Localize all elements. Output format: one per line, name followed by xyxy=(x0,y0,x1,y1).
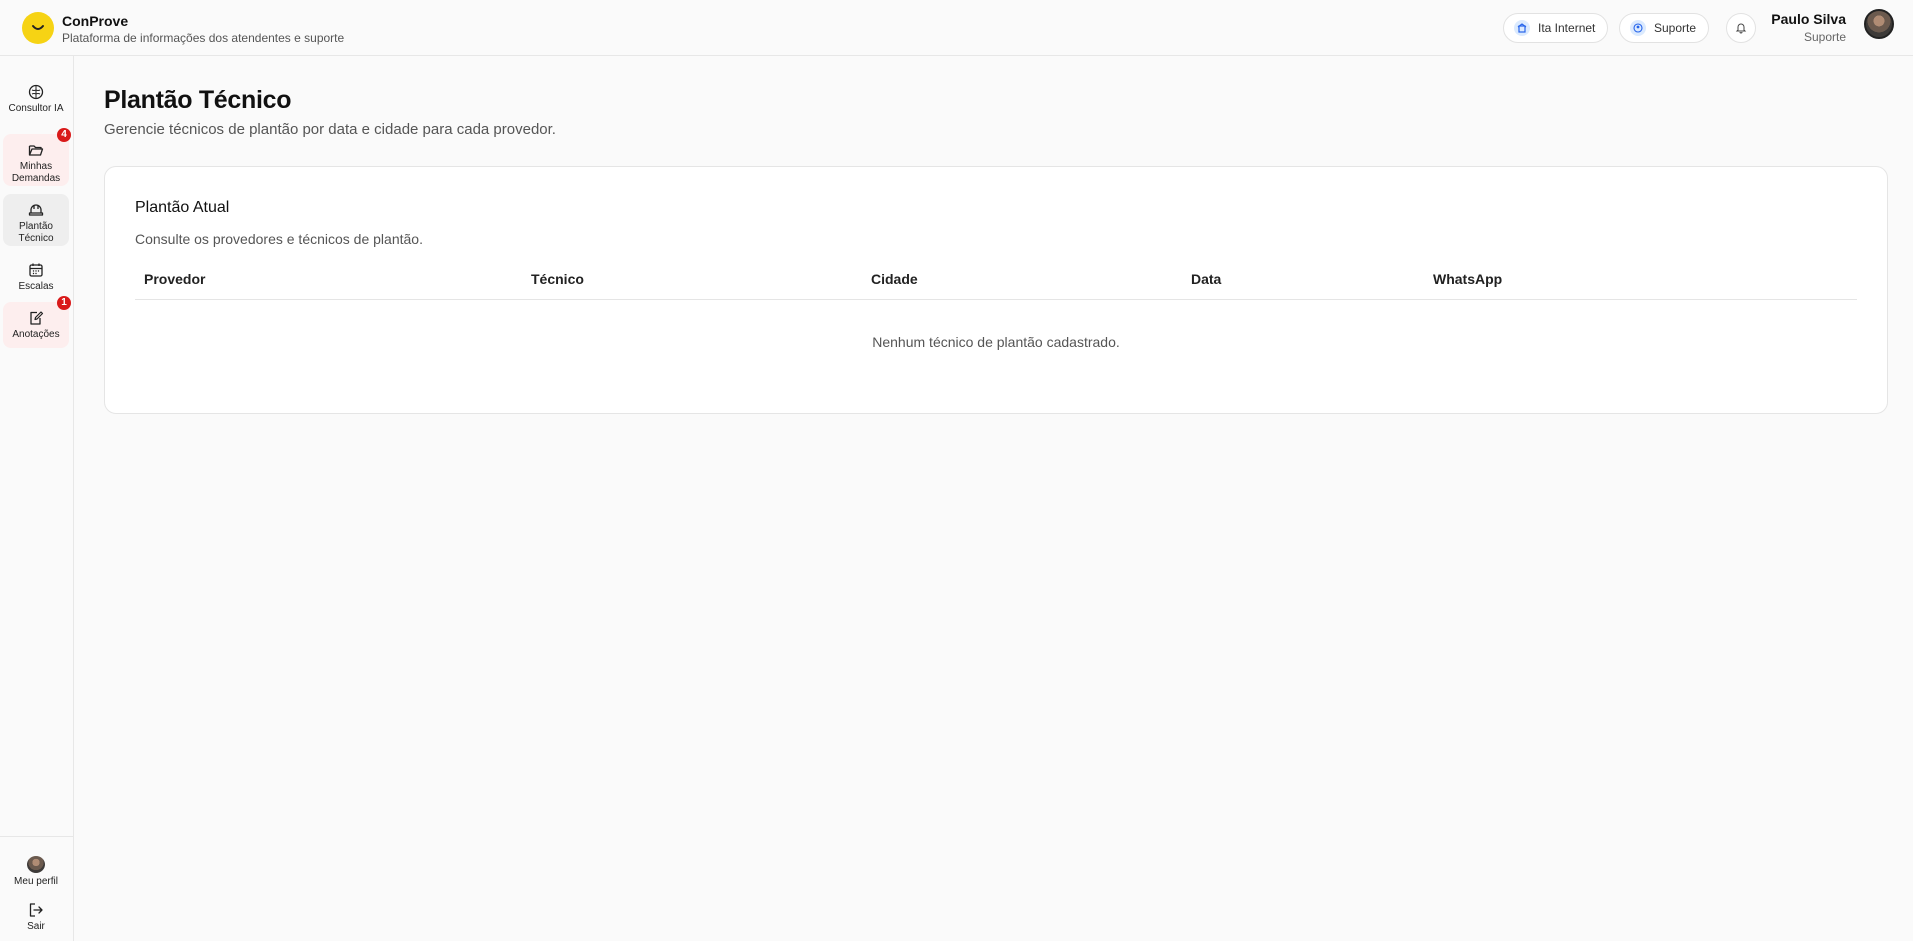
user-role: Suporte xyxy=(1803,30,1846,44)
sidebar-item-meu-perfil[interactable]: Meu perfil xyxy=(3,848,69,888)
logout-icon xyxy=(29,903,43,917)
user-circle-icon xyxy=(1630,20,1646,36)
sidebar-item-label: Meu perfil xyxy=(14,876,58,887)
provider-selector[interactable]: Ita Internet xyxy=(1503,13,1609,43)
sidebar-item-plantao-tecnico[interactable]: Plantão Técnico xyxy=(3,194,69,246)
column-header-cidade: Cidade xyxy=(871,271,918,287)
sidebar-item-label: Anotações xyxy=(12,329,60,340)
avatar xyxy=(27,856,45,873)
app-title: ConProve xyxy=(62,13,129,29)
plantao-atual-card: Plantão Atual Consulte os provedores e t… xyxy=(104,166,1888,414)
role-label: Suporte xyxy=(1654,21,1697,35)
user-avatar[interactable] xyxy=(1864,9,1894,39)
sidebar-item-label: Consultor IA xyxy=(8,103,64,114)
hard-hat-icon xyxy=(28,204,44,216)
sidebar-item-sair[interactable]: Sair xyxy=(3,894,69,934)
notification-badge: 1 xyxy=(57,296,71,310)
user-name: Paulo Silva xyxy=(1771,11,1846,27)
top-bar: ConProve Plataforma de informações dos a… xyxy=(0,0,1913,56)
sidebar-divider xyxy=(0,836,74,837)
column-header-provedor: Provedor xyxy=(144,271,206,287)
folder-open-icon xyxy=(28,145,44,156)
sidebar-item-label: Escalas xyxy=(18,281,54,292)
column-header-data: Data xyxy=(1191,271,1222,287)
sidebar-item-anotacoes[interactable]: Anotações 1 xyxy=(3,296,71,348)
bell-icon xyxy=(1735,23,1747,34)
role-selector[interactable]: Suporte xyxy=(1619,13,1710,43)
sidebar-item-escalas[interactable]: Escalas xyxy=(3,254,69,302)
calendar-icon xyxy=(29,263,43,277)
column-header-tecnico: Técnico xyxy=(531,271,584,287)
sidebar-item-label: Plantão Técnico xyxy=(18,221,54,244)
smile-icon xyxy=(32,25,44,30)
edit-note-icon xyxy=(30,311,44,325)
logo[interactable] xyxy=(22,12,54,44)
sidebar: Consultor IA Minhas Demandas 4 Plantão T… xyxy=(0,56,74,941)
sidebar-item-consultor-ia[interactable]: Consultor IA xyxy=(3,76,69,124)
page-title: Plantão Técnico xyxy=(104,86,292,114)
card-subtitle: Consulte os provedores e técnicos de pla… xyxy=(135,231,423,247)
card-title: Plantão Atual xyxy=(135,199,230,216)
sidebar-item-label: Minhas Demandas xyxy=(11,161,61,184)
provider-label: Ita Internet xyxy=(1538,21,1596,35)
table-header-divider xyxy=(135,299,1857,300)
empty-state-message: Nenhum técnico de plantão cadastrado. xyxy=(872,334,1120,350)
notification-badge: 4 xyxy=(57,128,71,142)
column-header-whatsapp: WhatsApp xyxy=(1433,271,1503,287)
page-subtitle: Gerencie técnicos de plantão por data e … xyxy=(104,121,556,138)
notifications-button[interactable] xyxy=(1726,13,1756,43)
sidebar-item-minhas-demandas[interactable]: Minhas Demandas 4 xyxy=(3,128,71,186)
sidebar-item-label: Sair xyxy=(27,921,45,932)
building-icon xyxy=(1514,20,1530,36)
app-subtitle: Plataforma de informações dos atendentes… xyxy=(62,31,345,45)
brain-icon xyxy=(28,84,44,100)
